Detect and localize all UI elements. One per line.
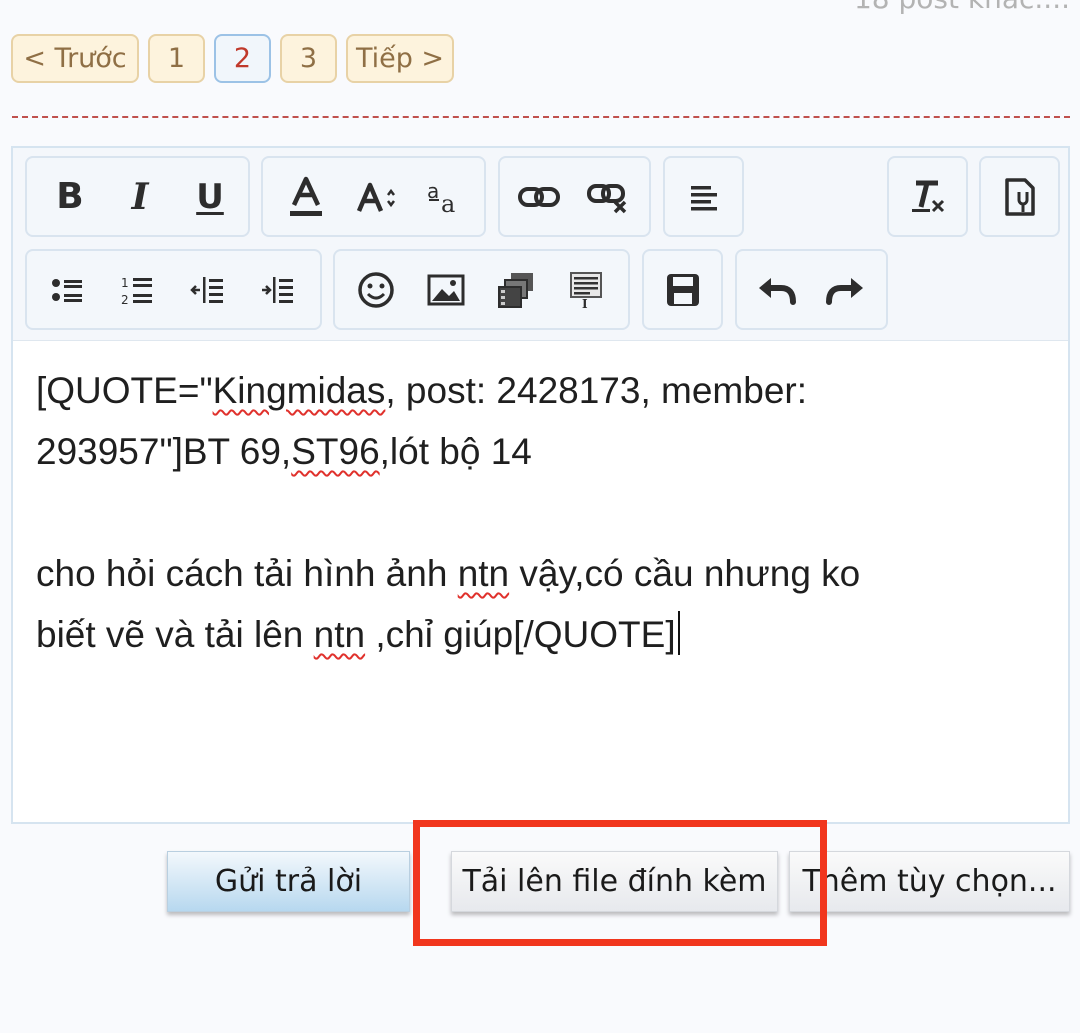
save-icon: [667, 274, 699, 306]
unlink-icon: [587, 184, 627, 214]
font-size-icon: [356, 182, 395, 212]
toolbar-group-link: [498, 156, 651, 237]
numbered-list-icon: 12: [121, 276, 152, 307]
editor-text: vậy,có cầu nhưng ko: [509, 553, 861, 594]
link-button[interactable]: [514, 172, 564, 222]
outdent-icon: [190, 277, 223, 303]
editor-line: [QUOTE="Kingmidas, post: 2428173, member…: [36, 360, 1046, 421]
pagination-next-button[interactable]: Tiếp >: [346, 34, 454, 83]
misspelled-word: Kingmidas: [212, 370, 386, 411]
remove-format-icon: [912, 180, 945, 213]
submit-reply-button[interactable]: Gửi trả lời: [167, 851, 410, 912]
image-button[interactable]: [421, 265, 471, 315]
bold-icon: B: [56, 176, 84, 217]
redo-button[interactable]: [821, 265, 871, 315]
source-mode-icon: [1005, 178, 1035, 216]
editor-text: ,chỉ giúp[/QUOTE]: [365, 614, 676, 655]
source-mode-button[interactable]: [995, 172, 1045, 222]
italic-icon: I: [131, 176, 149, 218]
bullet-list-button[interactable]: [43, 265, 93, 315]
font-family-icon: aa: [427, 179, 455, 218]
svg-text:I: I: [582, 297, 588, 310]
toolbar-group-lists: 12: [25, 249, 322, 330]
smilie-button[interactable]: [351, 265, 401, 315]
misspelled-word: ntn: [457, 553, 510, 594]
pagination-page-3[interactable]: 3: [280, 34, 337, 83]
more-posts-link[interactable]: 18 post khác....: [830, 0, 1070, 15]
font-family-button[interactable]: aa: [421, 172, 471, 222]
more-options-button[interactable]: Thêm tùy chọn...: [789, 851, 1070, 912]
toolbar-group-history: [735, 249, 888, 330]
toolbar-group-font: aa: [261, 156, 486, 237]
pagination-page-2-current[interactable]: 2: [214, 34, 271, 83]
pagination-prev-button[interactable]: < Trước: [11, 34, 139, 83]
image-icon: [427, 274, 465, 306]
italic-button[interactable]: I: [115, 172, 165, 222]
undo-icon: [759, 278, 796, 305]
code-icon: I: [570, 272, 602, 310]
toolbar-group-source: [979, 156, 1060, 237]
bullet-list-icon: [52, 279, 82, 302]
redo-icon: [826, 278, 863, 305]
editor-line: 293957"]BT 69,ST96,lót bộ 14: [36, 421, 1046, 482]
editor-line: biết vẽ và tải lên ntn ,chỉ giúp[/QUOTE]: [36, 604, 1046, 665]
message-editor-textarea[interactable]: [QUOTE="Kingmidas, post: 2428173, member…: [36, 360, 1046, 665]
editor-text: [QUOTE=": [36, 370, 213, 411]
toolbar-group-text-style: B I U: [25, 156, 250, 237]
remove-format-button[interactable]: [903, 172, 953, 222]
bold-button[interactable]: B: [45, 172, 95, 222]
code-button[interactable]: I: [561, 265, 611, 315]
editor-text: biết vẽ và tải lên: [36, 614, 314, 655]
media-icon: [498, 273, 533, 308]
editor-text: 293957"]BT 69,: [36, 431, 292, 472]
align-button[interactable]: [679, 172, 729, 222]
misspelled-word: ST96: [291, 431, 380, 472]
toolbar-group-insert: I: [333, 249, 630, 330]
underline-button[interactable]: U: [185, 172, 235, 222]
font-color-button[interactable]: [281, 172, 331, 222]
underline-icon: U: [196, 177, 224, 217]
indent-icon: [262, 277, 293, 303]
media-button[interactable]: [491, 265, 541, 315]
editor-text: ,lót bộ 14: [379, 431, 532, 472]
toolbar-group-align: [663, 156, 744, 237]
pagination-page-1[interactable]: 1: [148, 34, 205, 83]
svg-text:a: a: [441, 190, 455, 218]
misspelled-word: ntn: [313, 614, 366, 655]
text-caret: [677, 611, 680, 655]
editor-toolbar: B I U aa 1 2 I: [13, 148, 1068, 341]
toolbar-group-remove-format: [887, 156, 968, 237]
align-left-icon: [691, 186, 717, 211]
svg-text:2: 2: [121, 293, 129, 307]
save-draft-button[interactable]: [658, 265, 708, 315]
indent-button[interactable]: [253, 265, 303, 315]
numbered-list-button[interactable]: 12: [113, 265, 163, 315]
link-icon: [518, 187, 560, 207]
editor-text: cho hỏi cách tải hình ảnh: [36, 553, 458, 594]
editor-blank-line: [36, 482, 1046, 543]
svg-text:1: 1: [121, 276, 129, 290]
toolbar-group-save: [642, 249, 723, 330]
editor-line: cho hỏi cách tải hình ảnh ntn vậy,có cầu…: [36, 543, 1046, 604]
outdent-button[interactable]: [183, 265, 233, 315]
unlink-button[interactable]: [584, 172, 634, 222]
smiley-icon: [358, 272, 394, 308]
font-size-button[interactable]: [351, 172, 401, 222]
highlight-annotation-box: [413, 820, 827, 946]
editor-text: , post: 2428173, member:: [385, 370, 807, 411]
section-divider: [12, 116, 1070, 118]
undo-button[interactable]: [751, 265, 801, 315]
font-color-icon: [290, 176, 322, 216]
